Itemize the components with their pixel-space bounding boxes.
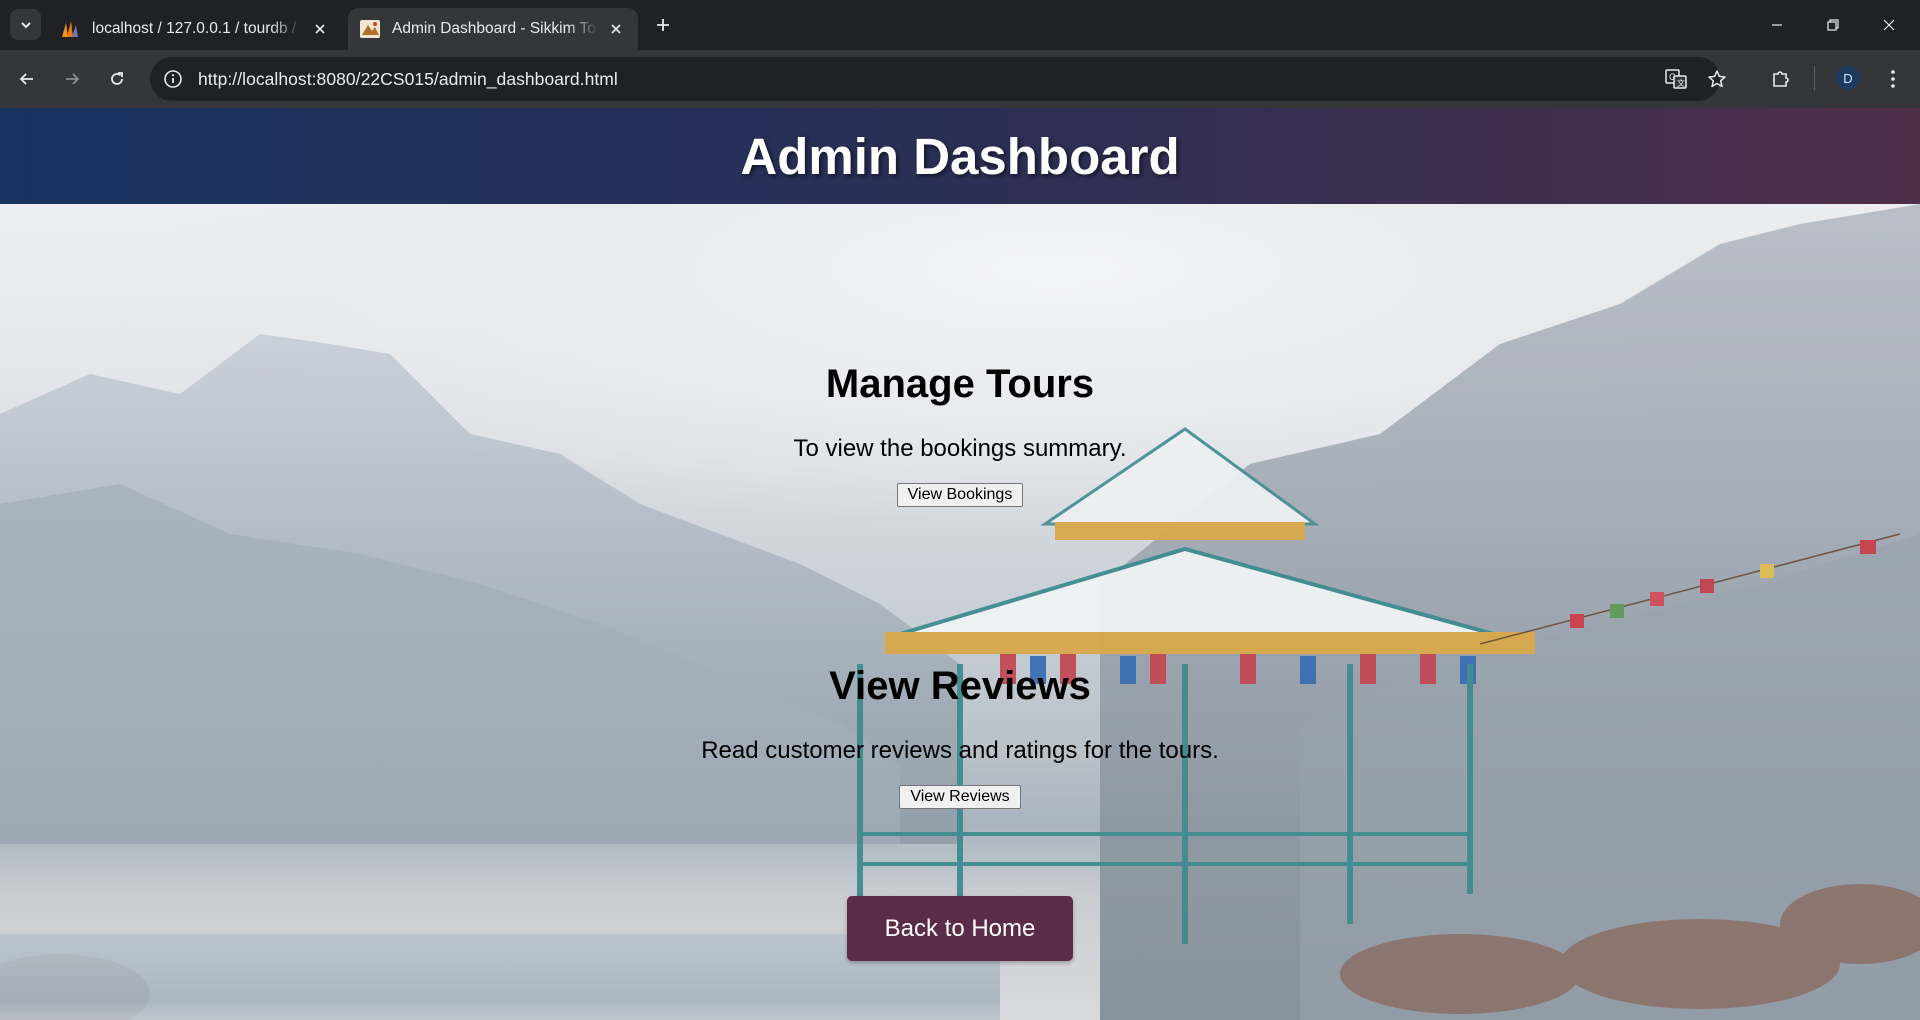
reload-icon [111,72,123,85]
section-title: Manage Tours [825,362,1095,406]
sikkim-tour-icon [360,19,380,39]
translate-button[interactable]: G文 [1657,60,1695,98]
arrow-left-icon [19,73,33,85]
section-title: View Reviews [829,664,1091,708]
tab-strip: localhost / 127.0.0.1 / tourdb / t Admin… [0,0,1920,50]
section-description: To view the bookings summary. [793,435,1127,462]
tab-search-button[interactable] [10,9,41,40]
tab-phpmyadmin[interactable]: localhost / 127.0.0.1 / tourdb / t [48,8,342,50]
back-button[interactable] [10,62,44,96]
address-bar[interactable]: http://localhost:8080/22CS015/admin_dash… [150,57,1720,101]
close-icon[interactable] [310,19,330,39]
close-window-button[interactable] [1862,0,1916,50]
restore-icon [1827,19,1839,31]
view-reviews-button[interactable]: View Reviews [899,785,1021,809]
manage-tours-section: Manage Tours To view the bookings summar… [0,362,1920,507]
minimize-button[interactable] [1750,0,1804,50]
close-icon [1883,19,1895,31]
page-title: Admin Dashboard [740,127,1180,185]
more-vert-icon [1891,70,1895,88]
section-description: Read customer reviews and ratings for th… [701,737,1219,764]
star-icon [1708,70,1726,88]
menu-button[interactable] [1874,60,1912,98]
toolbar-separator [1814,66,1815,90]
reload-button[interactable] [100,62,134,96]
site-info-icon[interactable] [162,68,184,90]
new-tab-button[interactable] [650,12,676,38]
extensions-button[interactable] [1762,60,1800,98]
url-text: http://localhost:8080/22CS015/admin_dash… [198,68,618,89]
tab-title: Admin Dashboard - Sikkim Tour [392,20,598,37]
bookmark-button[interactable] [1698,60,1736,98]
translate-icon: G文 [1665,69,1687,89]
tab-title: localhost / 127.0.0.1 / tourdb / t [92,20,302,37]
arrow-right-icon [66,73,80,85]
view-reviews-section: View Reviews Read customer reviews and r… [0,664,1920,809]
page-viewport: Admin Dashboard Manage Tours To view the… [0,108,1920,1020]
close-icon[interactable] [606,19,626,39]
browser-toolbar: http://localhost:8080/22CS015/admin_dash… [0,50,1920,108]
page-header: Admin Dashboard [0,108,1920,204]
minimize-icon [1772,24,1782,26]
view-bookings-button[interactable]: View Bookings [896,483,1024,507]
restore-button[interactable] [1806,0,1860,50]
forward-button[interactable] [55,62,89,96]
back-to-home-button[interactable]: Back to Home [847,896,1073,961]
tab-admin-dashboard[interactable]: Admin Dashboard - Sikkim Tour [348,8,638,50]
phpmyadmin-icon [60,19,80,39]
svg-text:文: 文 [1677,78,1685,88]
profile-avatar[interactable]: D [1836,66,1860,90]
chevron-down-icon [20,21,31,28]
plus-icon [657,19,669,31]
puzzle-icon [1773,71,1789,87]
